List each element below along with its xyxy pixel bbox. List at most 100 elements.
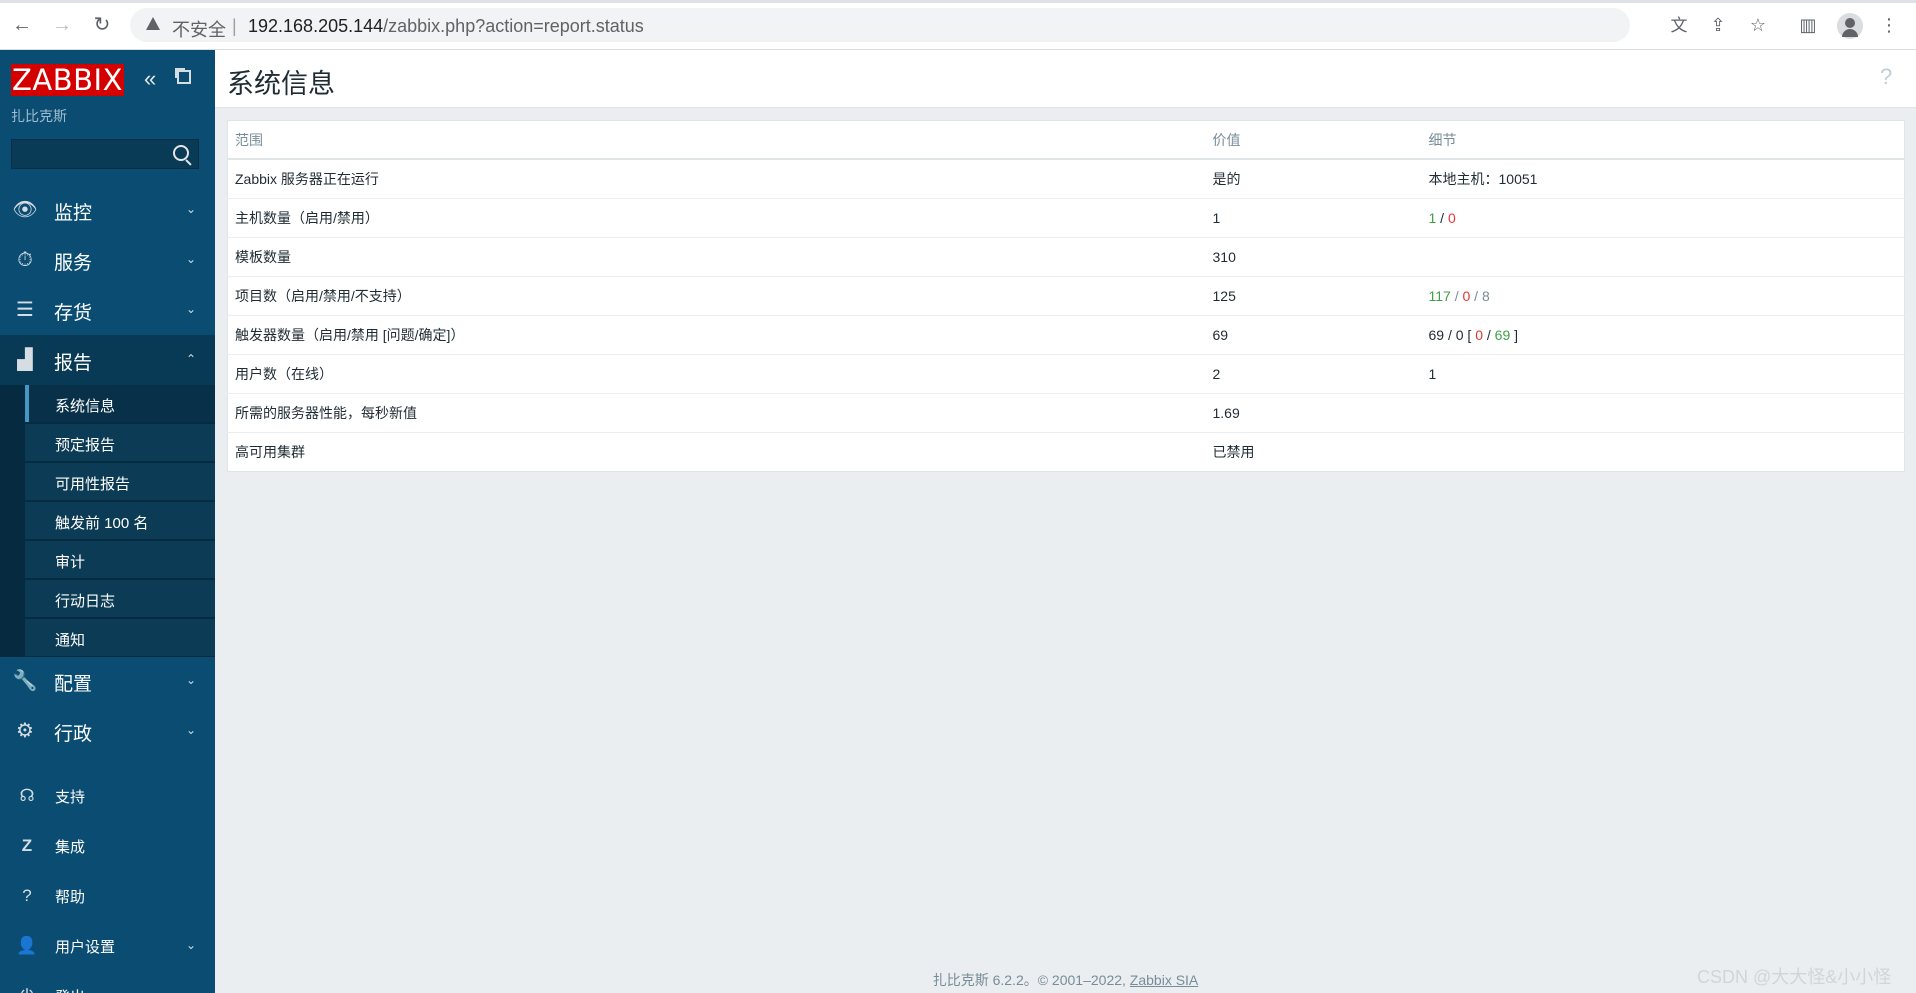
- submenu-system-information[interactable]: 系统信息: [25, 385, 215, 423]
- sidebar: ZABBIX « 扎比克斯 👁 监控 ⌄ ⏱ 服务 ⌄ ☰ 存货 ⌄ ▟ 报告 …: [0, 50, 215, 993]
- details-cell: [1421, 237, 1905, 277]
- reload-icon[interactable]: ↻: [90, 13, 114, 37]
- menu-monitoring-label: 监控: [54, 203, 93, 224]
- more-menu-icon[interactable]: ⋮: [1877, 13, 1901, 37]
- security-status[interactable]: 不安全: [172, 16, 226, 42]
- help-icon[interactable]: ?: [1880, 64, 1892, 90]
- chevron-down-icon: ⌄: [186, 202, 197, 216]
- translate-icon[interactable]: 文: [1668, 15, 1690, 37]
- table-row: 用户数（在线） 2 1: [227, 354, 1905, 394]
- page-title: 系统信息: [227, 69, 335, 99]
- submenu-action-log[interactable]: 行动日志: [25, 580, 215, 618]
- back-arrow-icon[interactable]: ←: [10, 13, 34, 37]
- param-cell: Zabbix 服务器正在运行: [227, 159, 1206, 199]
- tab-strip-edge: [0, 0, 1916, 3]
- chevron-down-icon: ⌄: [186, 938, 197, 952]
- menu-help[interactable]: ? 帮助: [0, 872, 215, 920]
- details-separator: /: [1483, 327, 1495, 343]
- chevron-down-icon: ⌄: [186, 302, 197, 316]
- details-cell: 69 / 0 [ 0 / 69 ]: [1421, 315, 1905, 355]
- question-icon: ?: [22, 886, 32, 905]
- value-cell: 69: [1205, 315, 1422, 355]
- param-cell: 所需的服务器性能，每秒新值: [227, 393, 1206, 433]
- chevron-up-icon: ⌃: [186, 352, 197, 366]
- footer-text: 扎比克斯 6.2.2。© 2001–2022,: [932, 972, 1130, 988]
- submenu-scheduled-reports[interactable]: 预定报告: [25, 424, 215, 462]
- menu-configuration[interactable]: 🔧 配置 ⌄: [0, 656, 215, 706]
- menu-reports-label: 报告: [54, 353, 93, 374]
- submenu-label: 行动日志: [55, 593, 116, 610]
- system-info-table: 范围 价值 细节 Zabbix 服务器正在运行 是的 本地主机：10051 主机…: [227, 120, 1905, 472]
- details-cell: [1421, 393, 1905, 433]
- side-panel-icon[interactable]: ▥: [1796, 13, 1820, 37]
- submenu-label: 系统信息: [55, 398, 116, 415]
- gear-icon: ⚙: [16, 720, 34, 742]
- sidebar-search-input[interactable]: [11, 139, 199, 169]
- menu-user-settings[interactable]: 👤 用户设置 ⌄: [0, 922, 215, 970]
- value-cell: 已禁用: [1212, 444, 1255, 460]
- list-icon: ☰: [16, 299, 34, 321]
- menu-integrations-label: 集成: [55, 839, 86, 856]
- value-cell: 是的: [1205, 159, 1422, 199]
- param-cell: 模板数量: [227, 237, 1206, 277]
- column-header-details: 细节: [1421, 120, 1905, 160]
- menu-support[interactable]: ☊ 支持: [0, 772, 215, 820]
- submenu-label: 可用性报告: [55, 476, 131, 493]
- table-row: 模板数量 310: [227, 237, 1905, 277]
- column-header-value: 价值: [1205, 120, 1422, 160]
- menu-reports[interactable]: ▟ 报告 ⌃: [0, 335, 215, 385]
- menu-inventory-label: 存货: [54, 303, 93, 324]
- details-cell: 1: [1421, 354, 1905, 394]
- unsupported-count: 8: [1481, 288, 1490, 304]
- details-bracket: ]: [1510, 327, 1519, 343]
- menu-services[interactable]: ⏱ 服务 ⌄: [0, 235, 215, 285]
- profile-avatar-icon[interactable]: [1837, 13, 1863, 39]
- share-icon[interactable]: ⇪: [1706, 13, 1730, 37]
- url-path: /zabbix.php?action=report.status: [383, 16, 644, 36]
- param-cell: 主机数量（启用/禁用）: [227, 198, 1206, 238]
- menu-administration-label: 行政: [54, 724, 93, 745]
- param-cell: 项目数（启用/禁用/不支持）: [227, 276, 1206, 316]
- table-row: 所需的服务器性能，每秒新值 1.69: [227, 393, 1905, 433]
- integrations-icon: Z: [21, 836, 33, 855]
- collapse-sidebar-icon[interactable]: «: [144, 67, 156, 91]
- table-row: 主机数量（启用/禁用） 1 1 / 0: [227, 198, 1905, 238]
- search-icon[interactable]: [173, 145, 189, 161]
- submenu-availability-report[interactable]: 可用性报告: [25, 463, 215, 501]
- menu-sign-out[interactable]: ⏻ 登出: [0, 972, 215, 993]
- bookmark-star-icon[interactable]: ☆: [1746, 13, 1770, 37]
- submenu-triggers-top-100[interactable]: 触发前 100 名: [25, 502, 215, 540]
- bar-chart-icon: ▟: [17, 349, 33, 371]
- problem-count: 0: [1475, 327, 1483, 343]
- url-text[interactable]: 192.168.205.144/zabbix.php?action=report…: [248, 16, 644, 37]
- zabbix-logo[interactable]: ZABBIX: [11, 64, 124, 96]
- address-bar[interactable]: 不安全 | 192.168.205.144/zabbix.php?action=…: [130, 8, 1688, 42]
- page-footer: 扎比克斯 6.2.2。© 2001–2022, Zabbix SIA: [215, 970, 1916, 990]
- param-cell: 用户数（在线）: [227, 354, 1206, 394]
- trigger-counts: 69 / 0 [: [1428, 327, 1476, 343]
- menu-inventory[interactable]: ☰ 存货 ⌄: [0, 285, 215, 335]
- param-cell: 高可用集群: [235, 444, 305, 460]
- eye-icon: 👁: [12, 199, 38, 221]
- address-separator: |: [232, 16, 237, 36]
- value-cell: 2: [1205, 354, 1422, 394]
- submenu-audit[interactable]: 审计: [25, 541, 215, 579]
- menu-support-label: 支持: [55, 789, 86, 806]
- wrench-icon: 🔧: [12, 670, 38, 692]
- menu-integrations[interactable]: Z 集成: [0, 822, 215, 870]
- menu-administration[interactable]: ⚙ 行政 ⌄: [0, 706, 215, 756]
- kiosk-mode-icon[interactable]: [175, 68, 191, 84]
- forward-arrow-icon[interactable]: →: [50, 13, 74, 37]
- menu-monitoring[interactable]: 👁 监控 ⌄: [0, 185, 215, 235]
- chevron-down-icon: ⌄: [186, 723, 197, 737]
- details-separator: /: [1450, 288, 1463, 304]
- table-header-row: 范围 价值 细节: [227, 120, 1905, 160]
- submenu-label: 审计: [55, 554, 86, 571]
- menu-sign-out-label: 登出: [55, 986, 85, 993]
- value-cell: 1: [1205, 198, 1422, 238]
- submenu-label: 通知: [55, 632, 86, 649]
- details-cell: 117 / 0 / 8: [1421, 276, 1905, 316]
- footer-link[interactable]: Zabbix SIA: [1130, 972, 1198, 988]
- submenu-notifications[interactable]: 通知: [25, 619, 215, 657]
- table-row: Zabbix 服务器正在运行 是的 本地主机：10051: [227, 159, 1905, 199]
